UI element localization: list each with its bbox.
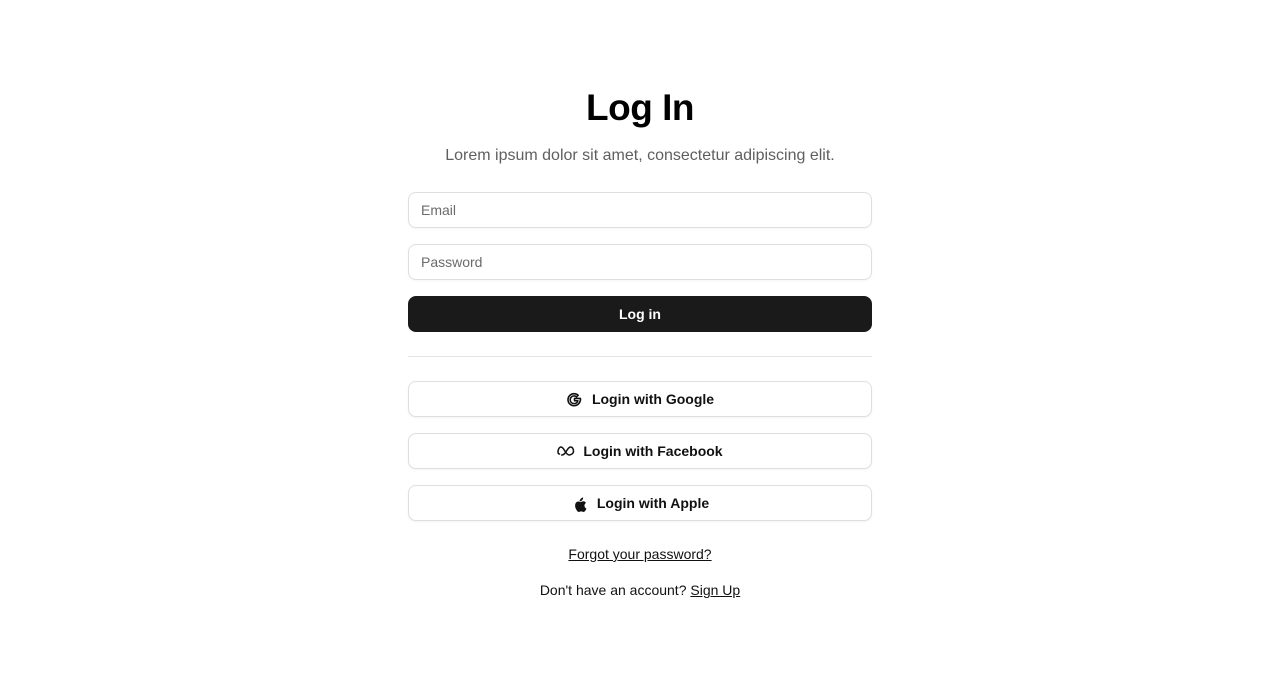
no-account-text: Don't have an account? bbox=[539, 582, 687, 598]
page-subtitle: Lorem ipsum dolor sit amet, consectetur … bbox=[445, 147, 835, 164]
login-button[interactable]: Log in bbox=[408, 296, 872, 332]
google-icon bbox=[566, 390, 584, 408]
forgot-password-row: Forgot your password? bbox=[408, 545, 872, 563]
google-button-label: Login with Google bbox=[591, 391, 715, 407]
signup-row: Don't have an account? Sign Up bbox=[408, 581, 872, 599]
login-with-apple-button[interactable]: Login with Apple bbox=[408, 485, 872, 521]
divider bbox=[408, 356, 872, 357]
password-field[interactable] bbox=[408, 244, 872, 280]
apple-icon bbox=[571, 494, 589, 512]
facebook-button-label: Login with Facebook bbox=[583, 443, 723, 459]
meta-icon bbox=[557, 442, 575, 460]
email-field[interactable] bbox=[408, 192, 872, 228]
apple-button-label: Login with Apple bbox=[596, 495, 710, 511]
sign-up-link[interactable]: Sign Up bbox=[690, 582, 740, 598]
login-with-google-button[interactable]: Login with Google bbox=[408, 381, 872, 417]
forgot-password-link[interactable]: Forgot your password? bbox=[568, 546, 711, 562]
login-with-facebook-button[interactable]: Login with Facebook bbox=[408, 433, 872, 469]
page-title: Log In bbox=[586, 87, 694, 128]
